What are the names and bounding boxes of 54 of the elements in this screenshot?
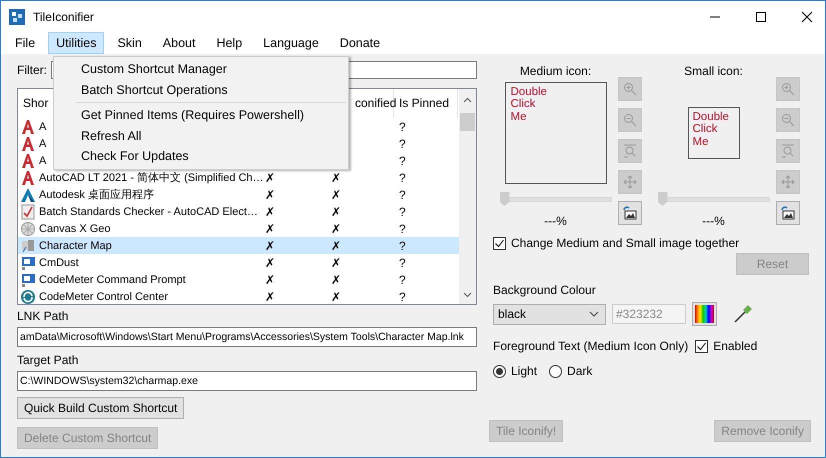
table-cell: ✗ xyxy=(331,188,341,202)
table-cell: ? xyxy=(399,120,406,134)
checkbox-label: Change Medium and Small image together xyxy=(511,236,740,250)
shortcut-name: AutoCAD LT 2021 - 简体中文 (Simplified Ch… xyxy=(39,170,264,185)
checkbox-label: Enabled xyxy=(713,339,758,353)
shortcut-name: A xyxy=(39,138,46,150)
table-cell: ✗ xyxy=(265,256,275,270)
shortcut-name: CmDust xyxy=(39,256,79,268)
table-cell: ? xyxy=(399,154,406,168)
table-cell: ✗ xyxy=(331,272,341,286)
table-cell: ✗ xyxy=(331,238,341,252)
table-cell: ? xyxy=(399,222,406,236)
table-cell: ✗ xyxy=(265,188,275,202)
table-cell: ✗ xyxy=(265,222,275,236)
shortcut-name: Canvas X Geo xyxy=(39,222,111,234)
table-cell: ? xyxy=(399,256,406,270)
table-cell: ? xyxy=(399,272,406,286)
table-cell: ✗ xyxy=(331,204,341,218)
shortcut-name: A xyxy=(39,120,46,132)
table-cell: ? xyxy=(399,188,406,202)
shortcut-name: CodeMeter Control Center xyxy=(39,290,168,302)
table-cell: ✗ xyxy=(265,170,275,184)
shortcut-name: Batch Standards Checker - AutoCAD Elect… xyxy=(39,206,258,218)
table-cell: ✗ xyxy=(331,256,341,270)
zoom-percent: ---% xyxy=(544,214,567,228)
table-cell: ✗ xyxy=(331,170,341,184)
preview-text: Double Click Me xyxy=(510,86,547,122)
table-cell: ✗ xyxy=(265,204,275,218)
icon-label: Medium icon: xyxy=(520,64,592,79)
target-path-label: Target Path xyxy=(17,353,80,367)
shortcut-name: A xyxy=(39,154,46,166)
filter-label: Filter: xyxy=(17,63,47,77)
table-cell: ? xyxy=(399,170,406,184)
table-cell: ? xyxy=(399,290,406,304)
shortcut-name: Autodesk 桌面应用程序 xyxy=(39,188,154,202)
icon-label: Small icon: xyxy=(684,64,743,79)
background-colour-label: Background Colour xyxy=(493,283,597,297)
table-cell: ✗ xyxy=(331,290,341,304)
lnk-path-label: LNK Path xyxy=(17,309,70,323)
table-cell: ? xyxy=(399,204,406,218)
table-cell: ? xyxy=(399,238,406,252)
radio-label: Dark xyxy=(567,364,592,378)
radio-label: Light xyxy=(511,364,538,378)
foreground-text-label: Foreground Text (Medium Icon Only) xyxy=(493,339,688,353)
shortcut-name: Character Map xyxy=(39,240,112,252)
table-cell: ✗ xyxy=(265,290,275,304)
table-cell: ✗ xyxy=(265,272,275,286)
preview-text: Double Click Me xyxy=(692,110,729,148)
table-cell: ? xyxy=(399,136,406,150)
table-cell: ✗ xyxy=(331,222,341,236)
window-title: TileIconifier xyxy=(33,10,94,24)
shortcut-name: CodeMeter Command Prompt xyxy=(39,274,186,286)
table-cell: ✗ xyxy=(265,238,275,252)
zoom-percent: ---% xyxy=(702,214,725,228)
